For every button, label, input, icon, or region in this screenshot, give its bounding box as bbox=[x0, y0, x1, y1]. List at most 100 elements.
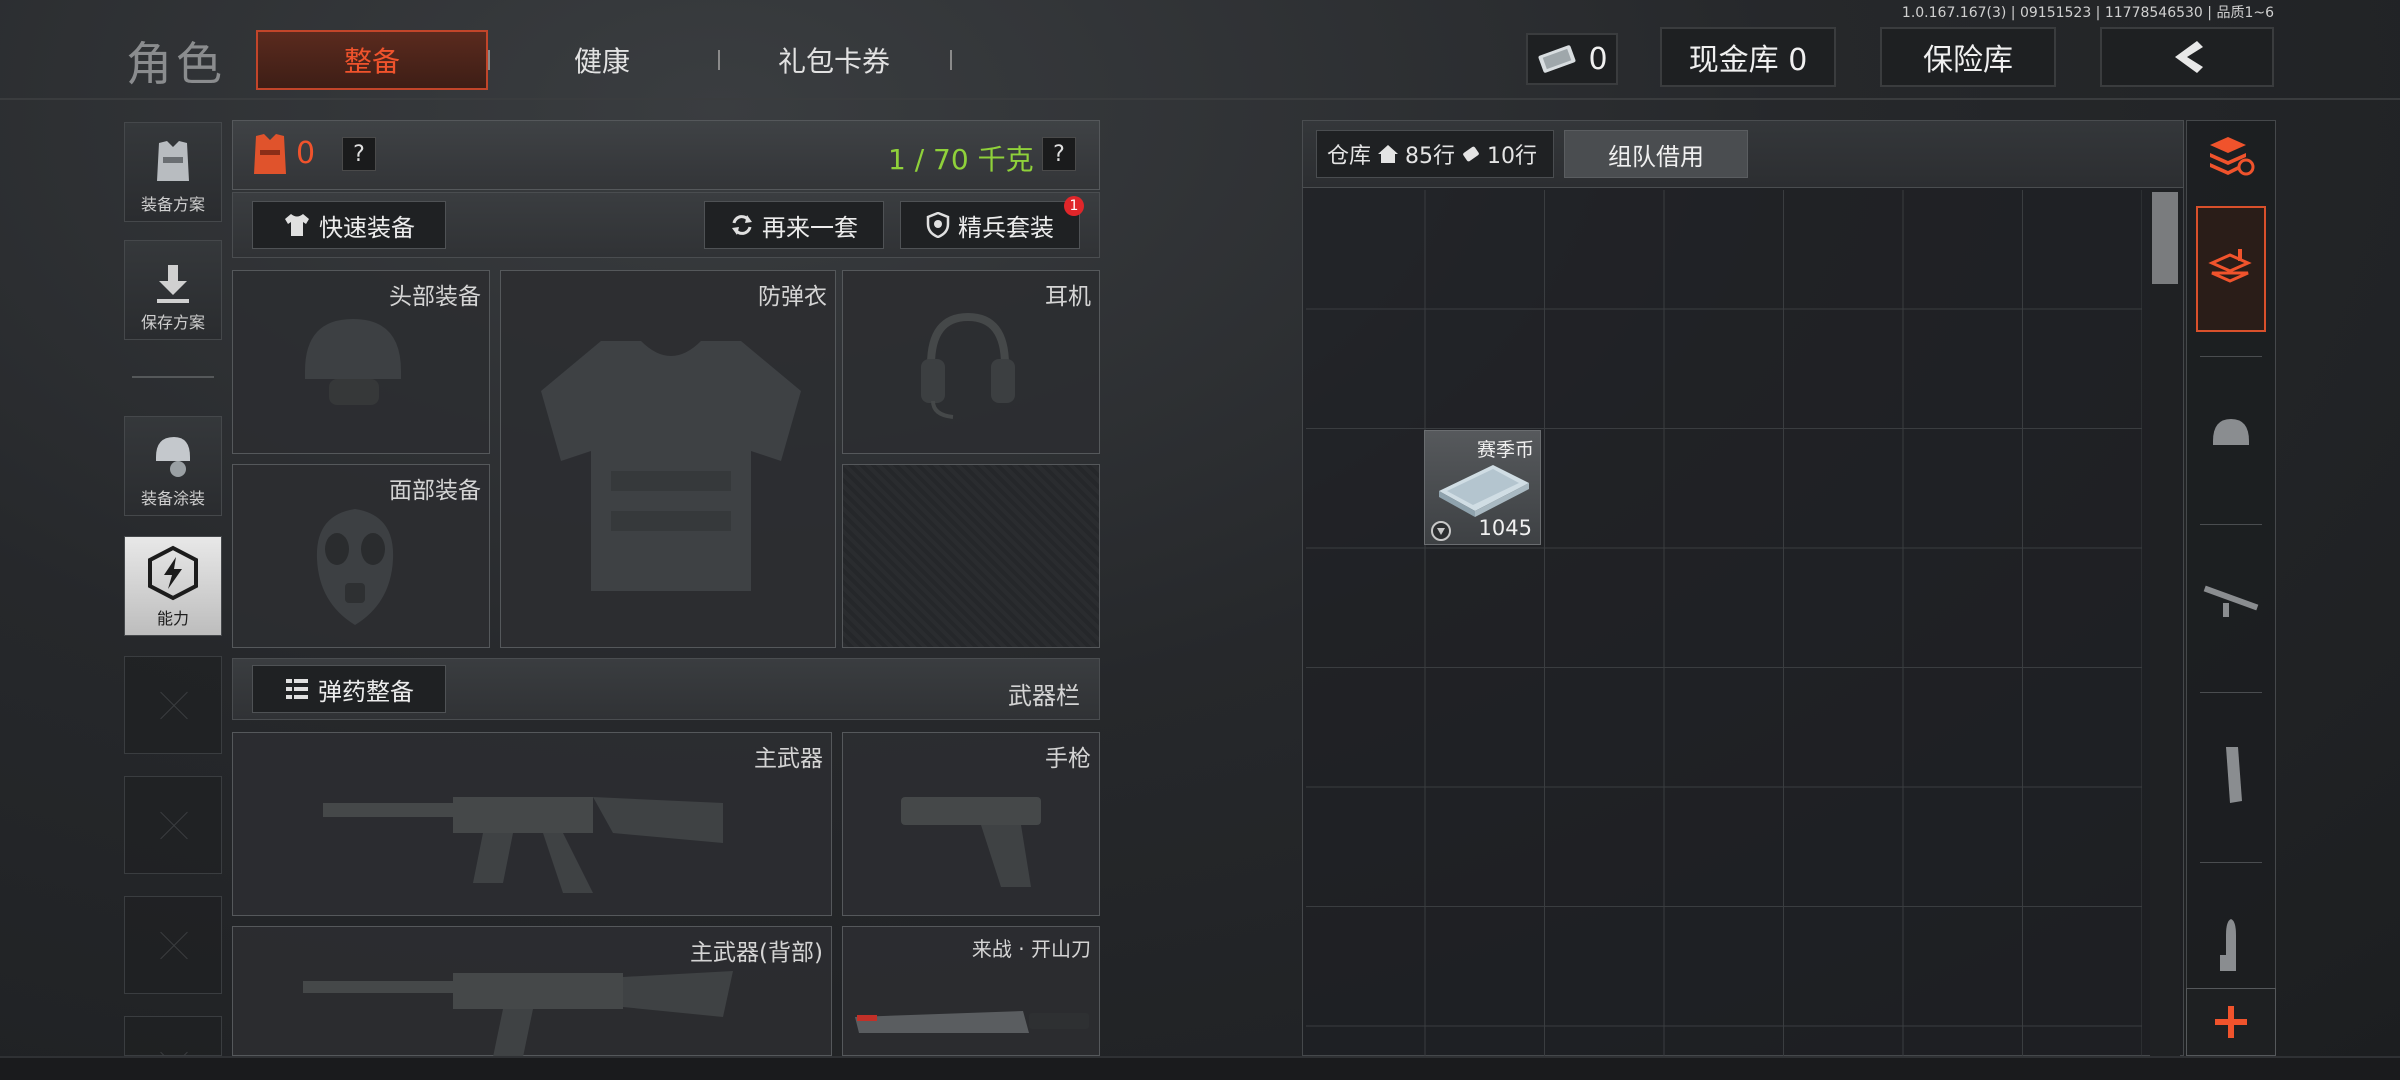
slot-label: 主武器(背部) bbox=[690, 940, 823, 966]
primary-weapon-slot[interactable]: 主武器 bbox=[232, 732, 832, 916]
inventory-item-season-coin[interactable]: 赛季币 1045 bbox=[1424, 430, 1541, 545]
tab-divider bbox=[718, 50, 720, 70]
warehouse-label: 仓库 bbox=[1327, 144, 1372, 169]
tab-gift-cards[interactable]: 礼包卡券 bbox=[734, 30, 934, 90]
helmet-icon bbox=[305, 319, 401, 405]
sidebar-divider bbox=[132, 376, 214, 378]
sidebar-empty-slot bbox=[124, 1016, 222, 1056]
cash-icon bbox=[1538, 45, 1576, 73]
sidebar-item-equip-paint[interactable]: 装备涂装 bbox=[124, 416, 222, 516]
head-gear-slot[interactable]: 头部装备 bbox=[232, 270, 490, 454]
helmet-icon bbox=[2213, 419, 2249, 445]
category-all[interactable] bbox=[2196, 206, 2266, 332]
sidebar-item-label: 能力 bbox=[156, 609, 189, 628]
chevron-left-icon bbox=[2175, 41, 2203, 73]
sidebar-item-label: 装备涂装 bbox=[140, 489, 205, 508]
sidebar-empty-slot bbox=[124, 776, 222, 874]
cash-vault-button[interactable]: 现金库 0 bbox=[1660, 27, 1836, 87]
category-rifle[interactable] bbox=[2196, 542, 2266, 668]
refresh-icon bbox=[732, 215, 752, 235]
layers-download-icon bbox=[2208, 249, 2252, 283]
slot-label: 耳机 bbox=[1045, 284, 1091, 310]
weight-help-button[interactable]: ? bbox=[1042, 137, 1076, 171]
face-gear-slot[interactable]: 面部装备 bbox=[232, 464, 490, 648]
version-info: 1.0.167.167(3) | 09151523 | 11778546530 … bbox=[1901, 5, 2274, 21]
melee-slot[interactable]: 来战 · 开山刀 bbox=[842, 926, 1100, 1056]
tab-health[interactable]: 健康 bbox=[502, 30, 702, 90]
again-button[interactable]: 再来一套 bbox=[704, 201, 884, 249]
stack-refresh-icon bbox=[2210, 137, 2255, 176]
currency-count: 0 bbox=[1588, 41, 1608, 77]
vest-plan-icon bbox=[157, 141, 189, 181]
sidebar-item-save-plan[interactable]: 保存方案 bbox=[124, 240, 222, 340]
rail-divider bbox=[2200, 862, 2262, 863]
headset-icon bbox=[921, 312, 1015, 419]
currency-display[interactable]: 0 bbox=[1526, 33, 1618, 85]
warehouse-grid[interactable] bbox=[1306, 190, 2142, 1056]
notification-badge: 1 bbox=[1064, 196, 1084, 216]
rail-divider bbox=[2200, 524, 2262, 525]
pistol-icon bbox=[901, 797, 1041, 887]
slot-label: 主武器 bbox=[754, 746, 823, 772]
locked-slot bbox=[842, 464, 1100, 648]
bullet-icon bbox=[2220, 919, 2236, 971]
warehouse-info: 仓库 85行 10行 bbox=[1316, 130, 1554, 178]
safe-box-button[interactable]: 保险库 bbox=[1880, 27, 2056, 87]
plus-icon bbox=[2215, 1006, 2247, 1038]
page-title: 角色 bbox=[126, 37, 226, 91]
home-icon bbox=[1378, 145, 1399, 163]
elite-set-button[interactable]: 精兵套装 bbox=[900, 201, 1080, 249]
sidebar-item-ability[interactable]: 能力 bbox=[124, 536, 222, 636]
armor-slot[interactable]: 防弹衣 bbox=[500, 270, 836, 648]
slot-label: 防弹衣 bbox=[758, 284, 827, 310]
back-weapon-slot[interactable]: 主武器(背部) bbox=[232, 926, 832, 1057]
add-category-button[interactable] bbox=[2186, 988, 2276, 1056]
sidebar-item-label: 装备方案 bbox=[140, 195, 205, 214]
rifle-icon bbox=[323, 797, 723, 893]
lightning-hex-icon bbox=[148, 545, 198, 601]
shield-icon bbox=[926, 212, 950, 238]
sidebar-empty-slot bbox=[124, 656, 222, 754]
rifle-icon bbox=[2203, 585, 2259, 617]
ticket-icon bbox=[1463, 146, 1479, 162]
quick-equip-button[interactable]: 快速装备 bbox=[252, 201, 446, 249]
extra-rows: 10行 bbox=[1487, 144, 1538, 169]
tab-equip[interactable]: 整备 bbox=[256, 30, 488, 90]
pistol-slot[interactable]: 手枪 bbox=[842, 732, 1100, 916]
weight-display: 1 / 70 千克 bbox=[888, 143, 1034, 176]
cash-stack-icon bbox=[1439, 465, 1529, 517]
badge-icon bbox=[1431, 521, 1451, 541]
vest-count: 0 bbox=[296, 136, 316, 171]
slot-label: 面部装备 bbox=[389, 478, 481, 504]
slot-label: 来战 · 开山刀 bbox=[971, 937, 1091, 961]
category-helmet[interactable] bbox=[2196, 372, 2266, 498]
sort-button[interactable] bbox=[2196, 122, 2266, 192]
weapon-bar-label: 武器栏 bbox=[1008, 682, 1080, 710]
shirt-icon bbox=[285, 214, 309, 236]
ammo-list-icon bbox=[286, 679, 308, 699]
category-magazine[interactable] bbox=[2196, 712, 2266, 838]
team-borrow-button[interactable]: 组队借用 bbox=[1564, 130, 1748, 178]
gas-mask-icon bbox=[316, 509, 394, 625]
warehouse-rows: 85行 bbox=[1405, 144, 1456, 169]
helmet-paint-icon bbox=[156, 437, 190, 477]
sidebar-item-equip-plan[interactable]: 装备方案 bbox=[124, 122, 222, 222]
headset-slot[interactable]: 耳机 bbox=[842, 270, 1100, 454]
assault-rifle-icon bbox=[303, 971, 733, 1057]
tab-divider bbox=[488, 50, 490, 70]
sidebar-item-label: 保存方案 bbox=[140, 313, 205, 332]
ammo-equip-button[interactable]: 弹药整备 bbox=[252, 665, 446, 713]
tab-divider bbox=[950, 50, 952, 70]
rail-divider bbox=[2200, 692, 2262, 693]
slot-label: 手枪 bbox=[1045, 746, 1091, 772]
scrollbar-track[interactable] bbox=[2150, 190, 2180, 1056]
item-count: 1045 bbox=[1478, 516, 1532, 540]
bottom-strip bbox=[0, 1056, 2400, 1080]
magazine-icon bbox=[2226, 747, 2242, 803]
sidebar-empty-slot bbox=[124, 896, 222, 994]
help-button[interactable]: ? bbox=[342, 137, 376, 171]
scrollbar-thumb[interactable] bbox=[2152, 192, 2178, 284]
rail-divider bbox=[2200, 356, 2262, 357]
download-icon bbox=[157, 265, 189, 303]
back-button[interactable] bbox=[2100, 27, 2274, 87]
